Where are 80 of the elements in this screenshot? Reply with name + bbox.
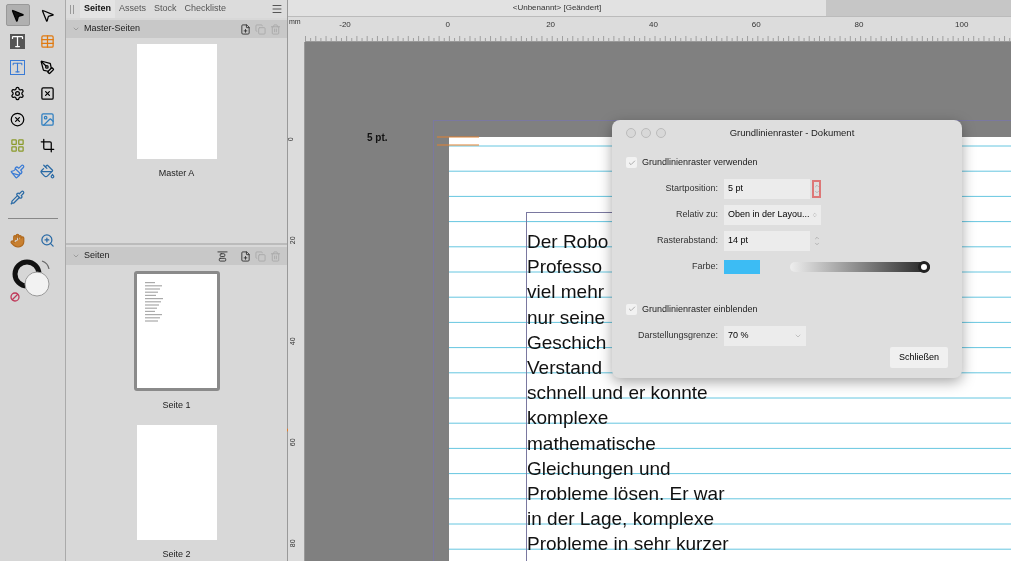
ruler-label: 60	[751, 19, 761, 31]
page-thumbnail[interactable]	[136, 424, 217, 540]
body-text-line: komplexe	[527, 406, 609, 431]
spin-field[interactable]: 5 pt	[724, 178, 810, 199]
opacity-slider[interactable]	[790, 261, 930, 272]
ruler-label: 80	[854, 19, 864, 31]
page-thumbnail[interactable]	[136, 44, 217, 159]
page-thumbnail[interactable]	[133, 271, 220, 391]
pointer-icon	[40, 7, 55, 23]
menu-icon[interactable]	[271, 3, 283, 15]
brush-icon	[10, 163, 25, 179]
body-text-line: viel mehr	[527, 280, 605, 305]
checkbox[interactable]	[626, 157, 637, 169]
zoom-icon	[40, 232, 55, 248]
field-label: Darstellungsgrenze:	[636, 329, 719, 343]
select-field[interactable]: 70 %	[724, 326, 806, 346]
checkbox-label: Grundlinienraster verwenden	[642, 156, 758, 169]
gear-icon	[10, 85, 25, 101]
page-label: Master A	[158, 167, 195, 180]
field-label: Relativ zu:	[674, 207, 719, 221]
document-title: <Unbenannt> [Geändert]	[512, 2, 602, 14]
body-text-line: in der Lage, komplexe	[527, 507, 714, 532]
stepper-icon[interactable]	[812, 179, 821, 198]
page-label: Seite 2	[162, 547, 191, 561]
checkbox-label: Grundlinienraster einblenden	[642, 302, 758, 316]
frame-icon	[40, 85, 55, 101]
body-text-line: Probleme in sehr kurzer	[527, 532, 729, 557]
collapse-icon[interactable]	[72, 25, 80, 33]
field-label: Farbe:	[691, 259, 719, 273]
slider-thumb[interactable]	[918, 260, 930, 273]
offset-marker-drawing	[437, 136, 479, 146]
section-header[interactable]: Master-Seiten	[66, 20, 287, 38]
ruler-label: 20	[546, 19, 556, 31]
body-text-line: Der Robo	[527, 230, 609, 254]
ruler-label: 40	[648, 19, 658, 31]
panel-tab[interactable]: Seiten	[80, 0, 115, 18]
select-field[interactable]: Oben in der Layou...	[724, 204, 821, 225]
table-icon	[40, 33, 55, 49]
checkbox[interactable]	[626, 303, 637, 315]
updown-icon	[811, 210, 817, 219]
ruler-label: -20	[339, 19, 351, 31]
body-text-line: Probleme lösen. Er war	[527, 482, 725, 507]
body-text-line: schnell und er konnte	[527, 381, 708, 406]
offset-label: 5 pt.	[367, 131, 388, 145]
eyedropper-icon	[10, 189, 25, 205]
field-label: Rasterabstand:	[655, 233, 719, 247]
dialog-title: Grundlinienraster - Dokument	[728, 125, 856, 140]
field-label: Startposition:	[664, 181, 719, 195]
ruler-label: 100	[955, 19, 969, 31]
text-frame-icon	[10, 33, 25, 49]
pointer-icon	[10, 7, 25, 23]
body-text-line: Verstand	[527, 356, 602, 380]
image-icon	[40, 111, 55, 127]
panel-tab[interactable]: Stock	[150, 0, 181, 18]
close-button[interactable]: Schließen	[889, 346, 948, 368]
panel-tab[interactable]: Assets	[115, 0, 151, 18]
section-title: Seiten	[84, 249, 110, 263]
crop-icon	[40, 137, 55, 153]
bucket-icon	[40, 163, 55, 179]
body-text-line: Professo	[527, 255, 602, 280]
pen-icon	[40, 59, 55, 75]
circle-x-icon	[10, 111, 25, 127]
align-icon[interactable]	[217, 250, 228, 262]
tool-button[interactable]	[5, 4, 30, 26]
collapse-icon[interactable]	[72, 252, 80, 260]
add-page-icon[interactable]	[240, 250, 251, 262]
panel-tab[interactable]: Checkliste	[180, 0, 231, 18]
section-title: Master-Seiten	[84, 22, 141, 36]
hand-icon	[10, 232, 25, 248]
grid-icon	[10, 137, 25, 153]
section-header[interactable]: Seiten	[66, 247, 287, 265]
add-page-icon[interactable]	[240, 23, 251, 35]
text-preview-drawing	[144, 282, 165, 324]
ruler-label: 0	[445, 19, 450, 31]
grip-icon[interactable]	[70, 4, 74, 14]
chevron-down-icon	[794, 332, 802, 340]
color-swatch[interactable]	[724, 259, 760, 274]
text-icon	[10, 59, 25, 75]
spin-field[interactable]: 14 pt	[724, 230, 810, 251]
page-label: Seite 1	[162, 399, 191, 412]
